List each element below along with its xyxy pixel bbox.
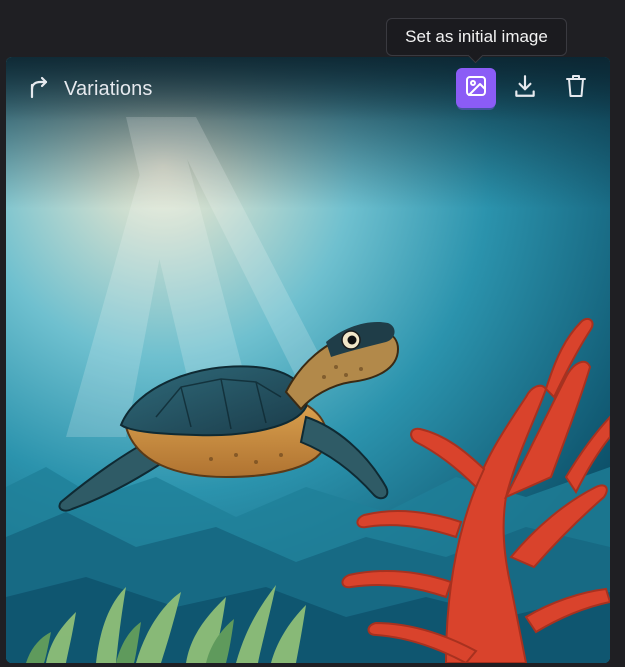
generated-image [6, 57, 610, 663]
generated-image-card[interactable]: Variations [6, 57, 610, 663]
image-toolbar: Variations [6, 57, 610, 121]
variations-label: Variations [64, 77, 153, 100]
set-initial-image-tooltip: Set as initial image [386, 18, 567, 56]
trash-icon [564, 73, 588, 104]
branch-arrow-icon [28, 75, 50, 104]
tooltip-text: Set as initial image [405, 27, 548, 46]
image-icon [464, 74, 488, 103]
download-icon [512, 73, 538, 104]
variations-button[interactable]: Variations [28, 75, 152, 103]
delete-button[interactable] [556, 68, 596, 108]
download-button[interactable] [505, 68, 545, 108]
set-initial-image-button[interactable] [456, 68, 496, 108]
